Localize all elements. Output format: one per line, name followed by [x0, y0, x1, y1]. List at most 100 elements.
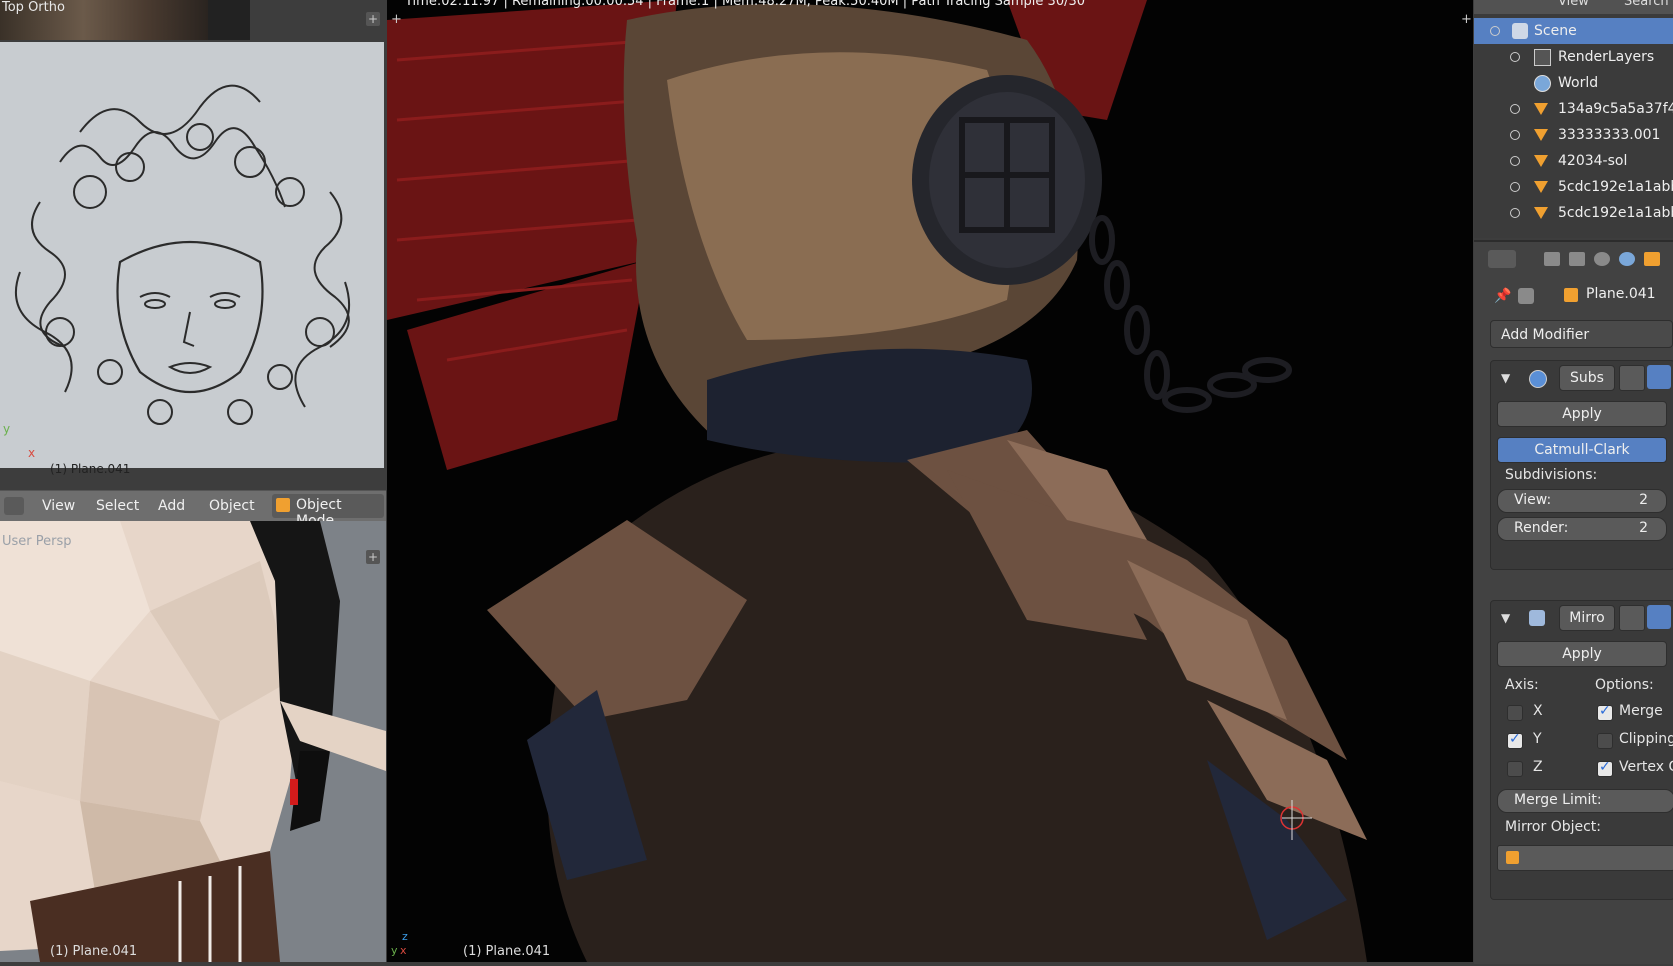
add-region-icon-main-right[interactable]: +: [1461, 12, 1472, 27]
outliner-item-mesh-2[interactable]: 33333333.001: [1474, 122, 1673, 148]
add-modifier-button[interactable]: Add Modifier: [1490, 320, 1673, 348]
reference-image-area[interactable]: [0, 42, 384, 468]
axis-label: Axis:: [1505, 677, 1539, 693]
vertex-groups-text: Vertex G: [1619, 759, 1673, 775]
clipping-text: Clipping: [1619, 731, 1673, 747]
expand-icon[interactable]: [1510, 104, 1520, 114]
axis-z-checkbox[interactable]: [1507, 761, 1523, 777]
expand-icon[interactable]: [1510, 130, 1520, 140]
subsurf-icon: [1529, 370, 1547, 388]
scene-tab-icon[interactable]: [1594, 252, 1610, 266]
collapse-icon[interactable]: [1490, 26, 1500, 36]
outliner-header: View Search: [1474, 0, 1673, 14]
expand-icon[interactable]: [1510, 156, 1520, 166]
mesh-icon: [1534, 103, 1548, 115]
outliner-item-mesh-4[interactable]: 5cdc192e1a1abb5: [1474, 174, 1673, 200]
cube-icon: [276, 498, 290, 512]
view-menu[interactable]: View: [42, 498, 75, 514]
catmull-clark-toggle[interactable]: Catmull-Clark: [1497, 437, 1667, 463]
axis-x-label: x: [400, 944, 407, 957]
merge-limit-label: Merge Limit:: [1514, 792, 1602, 808]
merge-limit-field[interactable]: Merge Limit:: [1497, 789, 1673, 813]
add-menu[interactable]: Add: [158, 498, 185, 514]
expand-icon[interactable]: [1510, 208, 1520, 218]
mirror-name-field[interactable]: Mirro: [1559, 605, 1615, 631]
ref-object-label: (1) Plane.041: [50, 462, 131, 476]
vertex-groups-checkbox[interactable]: [1597, 759, 1613, 777]
collapse-triangle-icon[interactable]: ▼: [1501, 611, 1510, 625]
axis-y-label: y: [391, 944, 398, 957]
editor-type-icon[interactable]: [4, 497, 24, 515]
mesh-icon: [1534, 155, 1548, 167]
eye-icon[interactable]: [1647, 365, 1671, 389]
outliner-item-label: 134a9c5a5a37f44: [1558, 101, 1673, 117]
axis-y-text: Y: [1533, 731, 1542, 747]
add-region-icon-2[interactable]: +: [366, 550, 380, 564]
subsurf-modifier-panel: ▼ Subs Apply Catmull-Clark Subdivisions:…: [1490, 360, 1673, 570]
subdivisions-label: Subdivisions:: [1505, 467, 1598, 483]
object-context-icon: [1518, 288, 1534, 304]
add-region-icon-main-left[interactable]: +: [391, 12, 402, 27]
expand-icon[interactable]: [1510, 182, 1520, 192]
layers-tab-icon[interactable]: [1569, 252, 1585, 266]
add-region-icon[interactable]: +: [366, 12, 380, 26]
camera-icon[interactable]: [1619, 605, 1645, 631]
main-render-viewport[interactable]: [387, 0, 1473, 962]
mesh-icon: [1534, 181, 1548, 193]
side-3d-viewport[interactable]: [0, 521, 386, 962]
cube-icon: [1506, 851, 1519, 864]
outliner-item-mesh-5[interactable]: 5cdc192e1a1abb5: [1474, 200, 1673, 226]
side-object-label: (1) Plane.041: [50, 944, 138, 959]
eye-icon[interactable]: [1647, 605, 1671, 629]
expand-icon[interactable]: [1510, 52, 1520, 62]
mirror-apply-button[interactable]: Apply: [1497, 641, 1667, 667]
outliner-item-label: Scene: [1534, 23, 1577, 39]
mirror-modifier-panel: ▼ Mirro Apply Axis: Options: X Merge Y C…: [1490, 600, 1673, 900]
torso-mesh: [0, 521, 386, 962]
outliner-item-mesh-1[interactable]: 134a9c5a5a37f44: [1474, 96, 1673, 122]
merge-checkbox[interactable]: [1597, 703, 1613, 721]
outliner-item-label: 5cdc192e1a1abb5: [1558, 205, 1673, 221]
axis-y-checkbox[interactable]: [1507, 731, 1523, 749]
world-icon: [1534, 75, 1551, 92]
scene-icon: [1512, 23, 1528, 39]
outliner-item-renderlayers[interactable]: RenderLayers: [1474, 44, 1673, 70]
pin-icon[interactable]: 📌: [1494, 288, 1511, 304]
render-subdivisions-field[interactable]: Render: 2: [1497, 517, 1667, 541]
world-tab-icon[interactable]: [1619, 252, 1635, 266]
editor-type-icon[interactable]: [1488, 250, 1516, 268]
render-label: Render:: [1514, 520, 1569, 536]
clipping-checkbox[interactable]: [1597, 733, 1613, 749]
axis-z-label: z: [402, 930, 408, 943]
properties-editor: 📌 Plane.041 Add Modifier ▼ Subs Apply Ca…: [1474, 240, 1673, 964]
mirror-object-field[interactable]: [1497, 845, 1673, 871]
cube-icon: [1564, 288, 1578, 302]
ref-axis-x-label: x: [28, 446, 36, 460]
outliner-item-label: 5cdc192e1a1abb5: [1558, 179, 1673, 195]
outliner-item-label: 33333333.001: [1558, 127, 1661, 143]
mirror-icon: [1529, 610, 1545, 626]
outliner-item-scene[interactable]: Scene: [1474, 18, 1673, 44]
render-tab-icon[interactable]: [1544, 252, 1560, 266]
axis-x-checkbox[interactable]: [1507, 705, 1523, 721]
render-result: [387, 0, 1473, 962]
outliner-item-world[interactable]: World: [1474, 70, 1673, 96]
subsurf-name-field[interactable]: Subs: [1559, 365, 1615, 391]
collapse-triangle-icon[interactable]: ▼: [1501, 371, 1510, 385]
view-subdivisions-field[interactable]: View: 2: [1497, 489, 1667, 513]
merge-text: Merge: [1619, 703, 1663, 719]
select-menu[interactable]: Select: [96, 498, 139, 514]
mode-selector[interactable]: Object Mode: [272, 494, 384, 529]
object-menu[interactable]: Object: [209, 498, 255, 514]
object-tab-icon[interactable]: [1644, 252, 1660, 266]
subsurf-apply-button[interactable]: Apply: [1497, 401, 1667, 427]
outliner-view-menu[interactable]: View: [1558, 0, 1589, 9]
outliner-item-mesh-3[interactable]: 42034-sol: [1474, 148, 1673, 174]
outliner-item-label: World: [1558, 75, 1599, 91]
camera-icon[interactable]: [1619, 365, 1645, 391]
outliner-item-label: 42034-sol: [1558, 153, 1628, 169]
outliner-search-menu[interactable]: Search: [1624, 0, 1669, 9]
ref-view-title: Top Ortho: [2, 0, 65, 15]
axis-x-text: X: [1533, 703, 1543, 719]
viewport-header: View Select Add Object Object Mode: [0, 490, 386, 529]
